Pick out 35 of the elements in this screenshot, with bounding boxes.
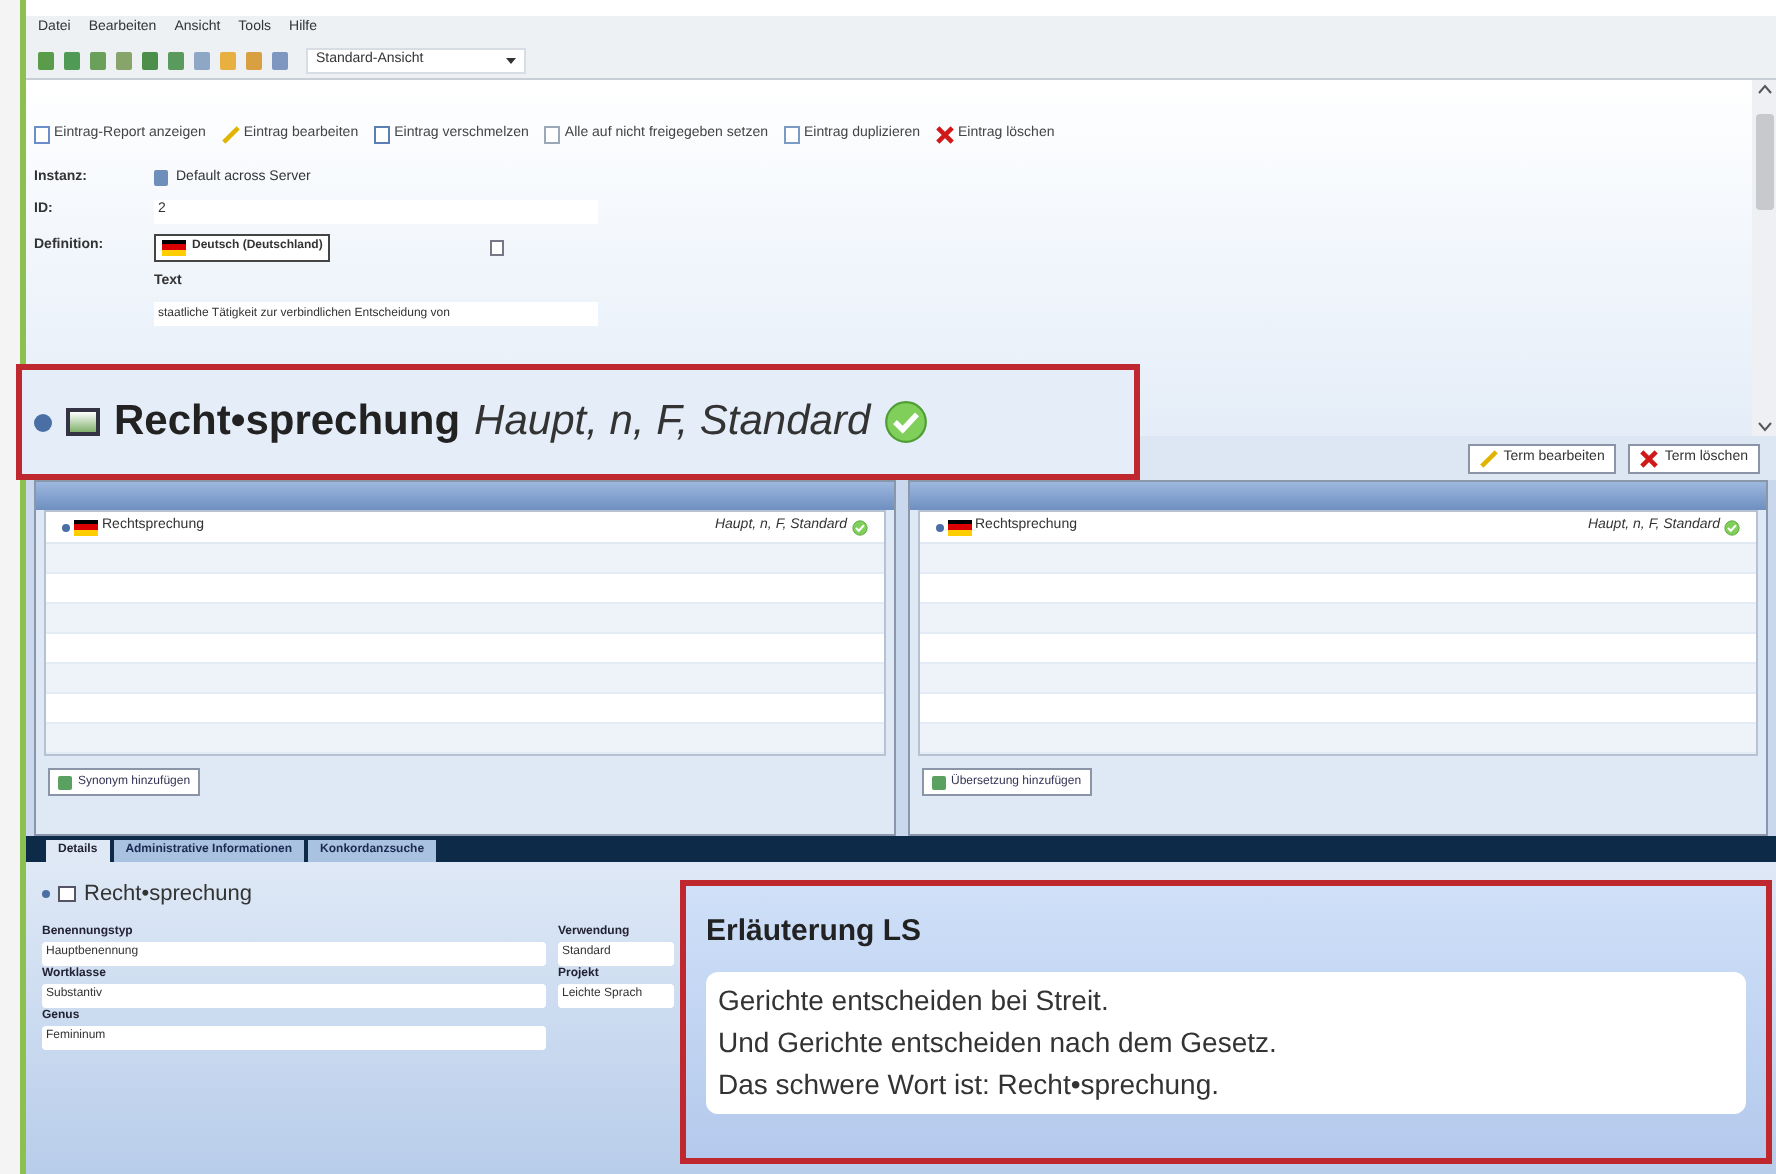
checkmark-icon bbox=[1724, 519, 1740, 535]
explanation-line: Das schwere Wort ist: Recht•sprechung. bbox=[718, 1065, 1222, 1104]
callout-attributes: Haupt, n, F, Standard bbox=[474, 396, 871, 449]
bullet-icon bbox=[62, 523, 70, 531]
flag-icon bbox=[162, 239, 186, 255]
explanation-line: Und Gerichte entscheiden nach dem Gesetz. bbox=[718, 1023, 1279, 1061]
explanation-title: Erläuterung LS bbox=[706, 912, 924, 952]
pencil-icon bbox=[1479, 449, 1498, 467]
scroll-down-icon[interactable] bbox=[1757, 422, 1771, 432]
bullet-icon bbox=[935, 523, 943, 531]
term-icon bbox=[58, 886, 76, 903]
flag-icon bbox=[947, 519, 971, 535]
flag-icon bbox=[74, 519, 98, 535]
scrollbar-thumb[interactable] bbox=[1755, 114, 1773, 210]
document-icon bbox=[544, 125, 561, 143]
copy-icon[interactable] bbox=[490, 239, 505, 255]
server-icon bbox=[154, 170, 168, 187]
checkmark-icon bbox=[851, 519, 867, 535]
dropdown-caret-icon bbox=[506, 57, 516, 63]
add-icon bbox=[931, 775, 945, 789]
pencil-icon bbox=[221, 125, 240, 143]
cross-icon bbox=[1640, 449, 1659, 467]
scroll-up-icon[interactable] bbox=[1757, 84, 1771, 94]
document-icon bbox=[374, 125, 391, 143]
explanation-line: Gerichte entscheiden bei Streit. bbox=[718, 981, 1111, 1019]
add-icon bbox=[58, 775, 72, 789]
document-icon bbox=[34, 125, 50, 143]
details-heading: Recht•sprechung bbox=[84, 880, 252, 910]
cross-icon bbox=[935, 125, 954, 143]
bullet-icon bbox=[34, 413, 52, 431]
callout-term: Recht•sprechung bbox=[114, 396, 461, 449]
bullet-icon bbox=[42, 890, 50, 899]
term-icon bbox=[66, 408, 100, 436]
document-icon bbox=[784, 125, 800, 143]
checkmark-icon bbox=[884, 400, 929, 444]
